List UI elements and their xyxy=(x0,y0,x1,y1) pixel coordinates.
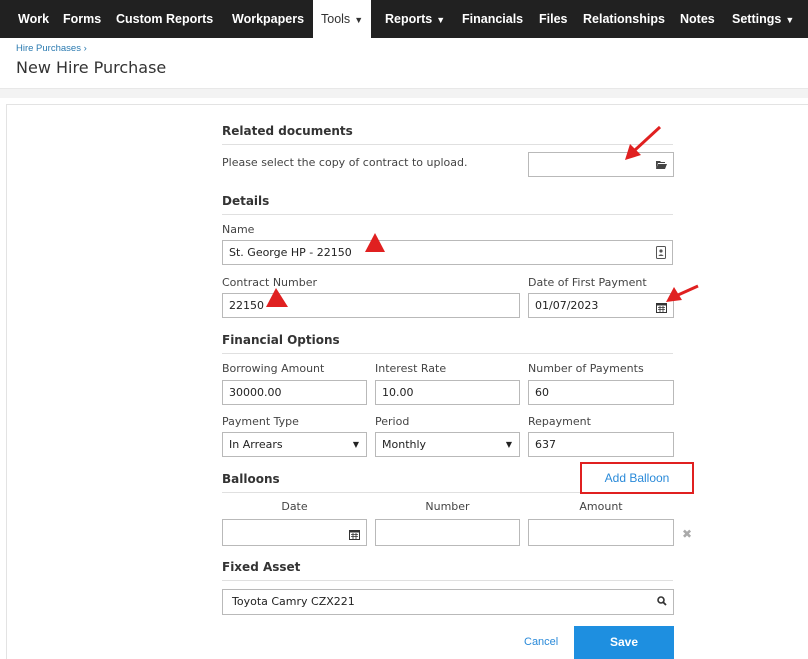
contract-number-value: 22150 xyxy=(229,299,264,312)
interest-rate-field[interactable]: 10.00 xyxy=(375,380,520,405)
nav-relationships-label: Relationships xyxy=(583,12,665,26)
header-divider xyxy=(0,88,808,98)
caret-down-icon: ▼ xyxy=(785,15,795,25)
name-value: St. George HP - 22150 xyxy=(229,246,352,259)
repayment-value: 637 xyxy=(535,438,556,451)
nav-financials-label: Financials xyxy=(462,12,524,26)
annotation-arrow-icon xyxy=(625,125,662,160)
page-title: New Hire Purchase xyxy=(16,58,167,77)
search-icon[interactable] xyxy=(657,591,667,614)
nav-custom-reports-label: Custom Reports xyxy=(116,12,214,26)
fixed-asset-heading: Fixed Asset xyxy=(222,560,673,581)
interest-rate-label: Interest Rate xyxy=(375,362,447,375)
name-label: Name xyxy=(222,223,255,236)
nav-settings[interactable]: Settings ▼ xyxy=(732,0,794,38)
period-label: Period xyxy=(375,415,410,428)
related-documents-heading: Related documents xyxy=(222,124,673,145)
balloon-date-field[interactable] xyxy=(222,519,367,546)
interest-rate-value: 10.00 xyxy=(382,386,414,399)
nav-financials[interactable]: Financials xyxy=(462,0,523,38)
balloon-amount-column-header: Amount xyxy=(579,500,623,513)
top-navigation: Work Forms Custom Reports Workpapers Too… xyxy=(0,0,808,38)
calendar-icon[interactable] xyxy=(349,526,360,545)
borrowing-amount-label: Borrowing Amount xyxy=(222,362,325,375)
nav-tools[interactable]: Tools ▼ xyxy=(313,0,372,38)
nav-work[interactable]: Work xyxy=(18,0,49,38)
balloon-amount-field[interactable] xyxy=(528,519,674,546)
breadcrumb[interactable]: Hire Purchases › xyxy=(16,43,87,54)
balloon-number-column-header: Number xyxy=(425,500,470,513)
first-payment-field[interactable]: 01/07/2023 xyxy=(528,293,674,318)
annotation-arrow-icon xyxy=(666,284,699,302)
period-value: Monthly xyxy=(382,438,427,451)
borrowing-amount-value: 30000.00 xyxy=(229,386,282,399)
financial-options-heading: Financial Options xyxy=(222,333,673,354)
nav-files-label: Files xyxy=(539,12,568,26)
nav-forms-label: Forms xyxy=(63,12,102,26)
caret-down-icon: ▼ xyxy=(352,440,359,449)
nav-relationships[interactable]: Relationships xyxy=(583,0,665,38)
name-field[interactable]: St. George HP - 22150 xyxy=(222,240,673,265)
payment-type-select[interactable]: In Arrears ▼ xyxy=(222,432,367,457)
nav-forms[interactable]: Forms xyxy=(63,0,101,38)
first-payment-value: 01/07/2023 xyxy=(535,299,599,312)
details-heading: Details xyxy=(222,194,673,215)
annotation-arrow-icon xyxy=(266,288,288,307)
nav-notes-label: Notes xyxy=(680,12,715,26)
nav-tools-label: Tools xyxy=(321,12,351,26)
fixed-asset-field[interactable]: Toyota Camry CZX221 xyxy=(222,589,674,615)
add-balloon-button[interactable]: Add Balloon xyxy=(580,462,694,494)
cancel-button[interactable]: Cancel xyxy=(524,636,558,648)
caret-down-icon: ▼ xyxy=(354,15,364,25)
nav-custom-reports[interactable]: Custom Reports xyxy=(116,0,213,38)
nav-notes[interactable]: Notes xyxy=(680,0,715,38)
nav-work-label: Work xyxy=(18,12,50,26)
balloon-number-field[interactable] xyxy=(375,519,520,546)
contact-card-icon[interactable] xyxy=(656,245,666,264)
number-of-payments-value: 60 xyxy=(535,386,549,399)
fixed-asset-value: Toyota Camry CZX221 xyxy=(232,595,355,608)
payment-type-label: Payment Type xyxy=(222,415,299,428)
repayment-field[interactable]: 637 xyxy=(528,432,674,457)
borrowing-amount-field[interactable]: 30000.00 xyxy=(222,380,367,405)
nav-reports-label: Reports xyxy=(385,12,433,26)
payment-type-value: In Arrears xyxy=(229,438,283,451)
nav-workpapers[interactable]: Workpapers xyxy=(232,0,304,38)
number-of-payments-field[interactable]: 60 xyxy=(528,380,674,405)
save-button[interactable]: Save xyxy=(574,626,674,659)
first-payment-label: Date of First Payment xyxy=(528,276,647,289)
nav-workpapers-label: Workpapers xyxy=(232,12,305,26)
balloon-date-column-header: Date xyxy=(281,500,308,513)
close-icon[interactable]: ✖ xyxy=(682,527,692,541)
contract-upload-prompt: Please select the copy of contract to up… xyxy=(222,156,468,169)
annotation-arrow-icon xyxy=(365,233,385,252)
nav-reports[interactable]: Reports ▼ xyxy=(385,0,445,38)
caret-down-icon: ▼ xyxy=(505,440,512,449)
nav-settings-label: Settings xyxy=(732,12,782,26)
repayment-label: Repayment xyxy=(528,415,591,428)
number-of-payments-label: Number of Payments xyxy=(528,362,644,375)
nav-files[interactable]: Files xyxy=(539,0,568,38)
period-select[interactable]: Monthly ▼ xyxy=(375,432,520,457)
caret-down-icon: ▼ xyxy=(436,15,446,25)
